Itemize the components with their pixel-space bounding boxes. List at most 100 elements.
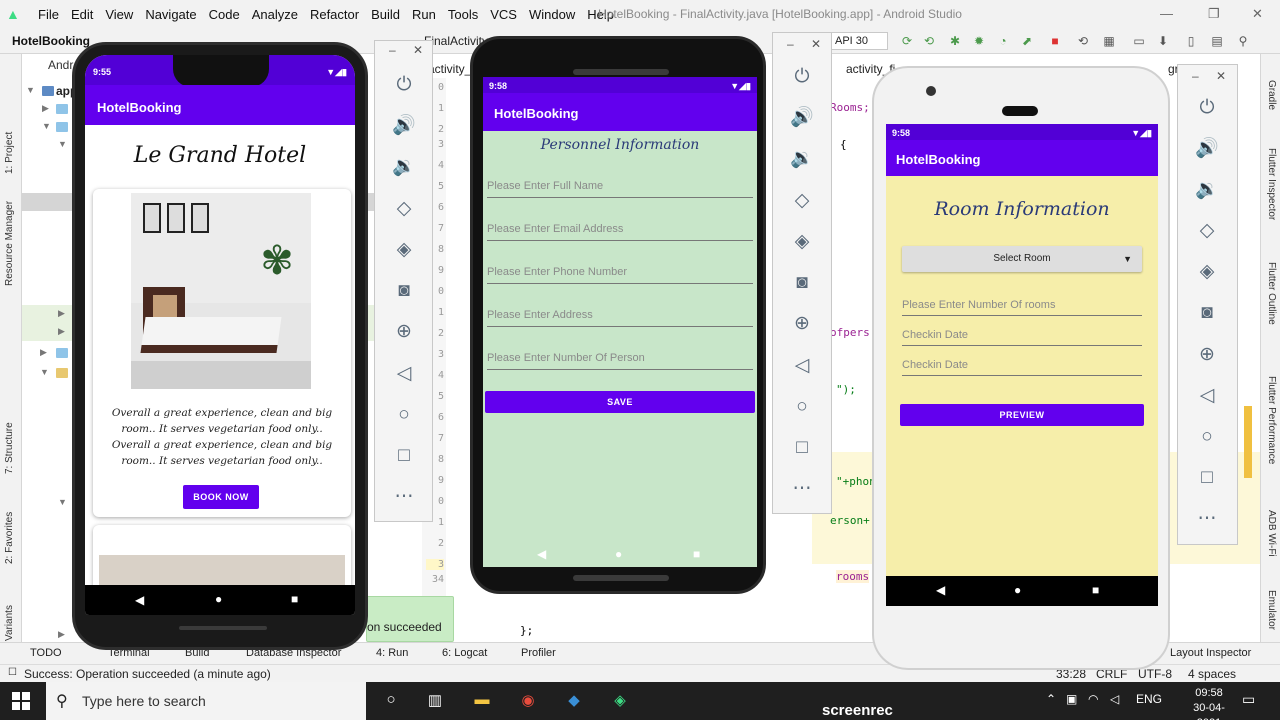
menu-code[interactable]: Code — [203, 7, 246, 22]
home-icon[interactable]: ● — [1014, 583, 1021, 597]
tab-layout-inspector[interactable]: Layout Inspector — [1170, 647, 1251, 659]
phone-number-field[interactable]: Please Enter Phone Number — [487, 266, 753, 284]
menu-run[interactable]: Run — [406, 7, 442, 22]
volume-up-icon[interactable]: 🔊 — [789, 105, 815, 131]
address-field[interactable]: Please Enter Address — [487, 309, 753, 327]
overview-icon[interactable]: □ — [391, 443, 417, 469]
volume-down-icon[interactable]: 🔉 — [789, 146, 815, 172]
tool-adb-wifi[interactable]: ADB Wi-Fi — [1266, 510, 1277, 557]
collapse-arrow-icon[interactable]: ▼ — [58, 139, 67, 149]
rotate-left-icon[interactable]: ◇ — [789, 188, 815, 214]
tool-resource-manager[interactable]: Resource Manager — [4, 201, 15, 286]
back-icon[interactable]: ◁ — [1194, 383, 1220, 409]
stop-icon[interactable]: ■ — [1048, 34, 1062, 48]
rotate-right-icon[interactable]: ◈ — [1194, 259, 1220, 285]
tool-flutter-inspector[interactable]: Flutter Inspector — [1266, 148, 1277, 220]
volume-down-icon[interactable]: 🔉 — [391, 154, 417, 180]
minimize-icon[interactable]: – — [787, 37, 794, 51]
menu-analyze[interactable]: Analyze — [246, 7, 304, 22]
home-icon[interactable]: ○ — [1194, 424, 1220, 450]
volume-up-icon[interactable]: 🔊 — [1194, 136, 1220, 162]
notification-toast[interactable]: on succeeded — [366, 596, 454, 642]
tray-app-icon[interactable]: ▣ — [1066, 692, 1077, 706]
android-studio-icon[interactable]: ◈ — [609, 691, 631, 711]
overview-icon[interactable]: ■ — [1092, 583, 1099, 597]
book-now-button[interactable]: BOOK NOW — [183, 485, 259, 509]
taskbar-clock[interactable]: 09:58 30-04-2021 — [1184, 686, 1234, 720]
rotate-left-icon[interactable]: ◇ — [1194, 218, 1220, 244]
chrome-icon[interactable]: ◉ — [517, 691, 539, 711]
expand-arrow-icon[interactable]: ▶ — [40, 347, 47, 358]
home-icon[interactable]: ● — [215, 592, 222, 606]
zoom-icon[interactable]: ⊕ — [789, 311, 815, 337]
zoom-icon[interactable]: ⊕ — [391, 319, 417, 345]
apply-code-changes-icon[interactable]: ⟲ — [922, 34, 936, 48]
camera-icon[interactable]: ◙ — [789, 270, 815, 296]
volume-icon[interactable]: ◁ — [1110, 692, 1119, 706]
tool-gradle[interactable]: Gradle — [1266, 80, 1277, 110]
menu-vcs[interactable]: VCS — [484, 7, 523, 22]
preview-button[interactable]: PREVIEW — [900, 404, 1144, 426]
tool-structure[interactable]: 7: Structure — [4, 422, 15, 474]
overview-icon[interactable]: ■ — [693, 547, 700, 561]
sdk-manager-icon[interactable]: ⬇ — [1156, 34, 1170, 48]
room-select-dropdown[interactable]: Select Room ▼ — [902, 246, 1142, 272]
menu-file[interactable]: File — [32, 7, 65, 22]
cortana-icon[interactable]: ○ — [380, 691, 402, 711]
menu-edit[interactable]: Edit — [65, 7, 99, 22]
power-icon[interactable]: ⏻ — [1194, 95, 1220, 121]
more-icon[interactable]: ⋯ — [789, 476, 815, 502]
menu-view[interactable]: View — [99, 7, 139, 22]
close-icon[interactable]: ✕ — [413, 43, 423, 57]
expand-arrow-icon[interactable]: ▶ — [42, 103, 49, 114]
full-name-field[interactable]: Please Enter Full Name — [487, 180, 753, 198]
tool-emulator[interactable]: Emulator — [1266, 590, 1277, 630]
expand-arrow-icon[interactable]: ▶ — [58, 629, 65, 640]
expand-arrow-icon[interactable]: ▶ — [58, 326, 65, 337]
collapse-arrow-icon[interactable]: ▼ — [58, 497, 67, 507]
restore-icon[interactable]: ❐ — [1208, 6, 1220, 22]
volume-up-icon[interactable]: 🔊 — [391, 113, 417, 139]
app-icon[interactable]: ◆ — [563, 691, 585, 711]
home-icon[interactable]: ○ — [391, 402, 417, 428]
rotate-right-icon[interactable]: ◈ — [789, 229, 815, 255]
menu-build[interactable]: Build — [365, 7, 406, 22]
scroll-marker[interactable] — [1244, 406, 1252, 478]
wifi-icon[interactable]: ◠ — [1088, 692, 1098, 706]
minimize-icon[interactable]: – — [1192, 69, 1199, 83]
tool-flutter-outline[interactable]: Flutter Outline — [1266, 262, 1277, 325]
more-icon[interactable]: ⋯ — [1194, 506, 1220, 532]
menu-window[interactable]: Window — [523, 7, 581, 22]
breadcrumb-project[interactable]: HotelBooking — [12, 34, 90, 48]
close-window-icon[interactable]: ✕ — [1252, 6, 1263, 22]
more-icon[interactable]: ⋯ — [391, 484, 417, 510]
debug-icon[interactable]: ✱ — [948, 34, 962, 48]
zoom-icon[interactable]: ⊕ — [1194, 342, 1220, 368]
power-icon[interactable]: ⏻ — [391, 72, 417, 98]
home-icon[interactable]: ● — [615, 547, 622, 561]
rotate-left-icon[interactable]: ◇ — [391, 196, 417, 222]
home-icon[interactable]: ○ — [789, 394, 815, 420]
tool-project[interactable]: 1: Project — [4, 132, 15, 174]
collapse-arrow-icon[interactable]: ▼ — [40, 367, 49, 377]
volume-down-icon[interactable]: 🔉 — [1194, 177, 1220, 203]
back-icon[interactable]: ◁ — [391, 361, 417, 387]
overview-icon[interactable]: □ — [789, 435, 815, 461]
notifications-icon[interactable]: ▭ — [1242, 691, 1255, 708]
checkin-date-field-2[interactable]: Checkin Date — [902, 359, 1142, 376]
minimize-icon[interactable]: — — [1160, 6, 1173, 21]
bug-icon[interactable]: ✹ — [972, 34, 986, 48]
device-manager-icon[interactable]: ▭ — [1132, 34, 1146, 48]
rotate-right-icon[interactable]: ◈ — [391, 237, 417, 263]
language-indicator[interactable]: ENG — [1136, 692, 1162, 706]
number-of-person-field[interactable]: Please Enter Number Of Person — [487, 352, 753, 370]
checkin-date-field[interactable]: Checkin Date — [902, 329, 1142, 346]
indent-setting[interactable]: 4 spaces — [1188, 667, 1236, 681]
back-icon[interactable]: ◀ — [936, 583, 945, 597]
close-icon[interactable]: ✕ — [811, 37, 821, 51]
sync-icon[interactable]: ⟲ — [1076, 34, 1090, 48]
tray-expand-icon[interactable]: ⌃ — [1046, 692, 1056, 706]
tool-favorites[interactable]: 2: Favorites — [4, 512, 15, 564]
back-icon[interactable]: ◁ — [789, 353, 815, 379]
structure-icon[interactable]: ▦ — [1102, 34, 1116, 48]
